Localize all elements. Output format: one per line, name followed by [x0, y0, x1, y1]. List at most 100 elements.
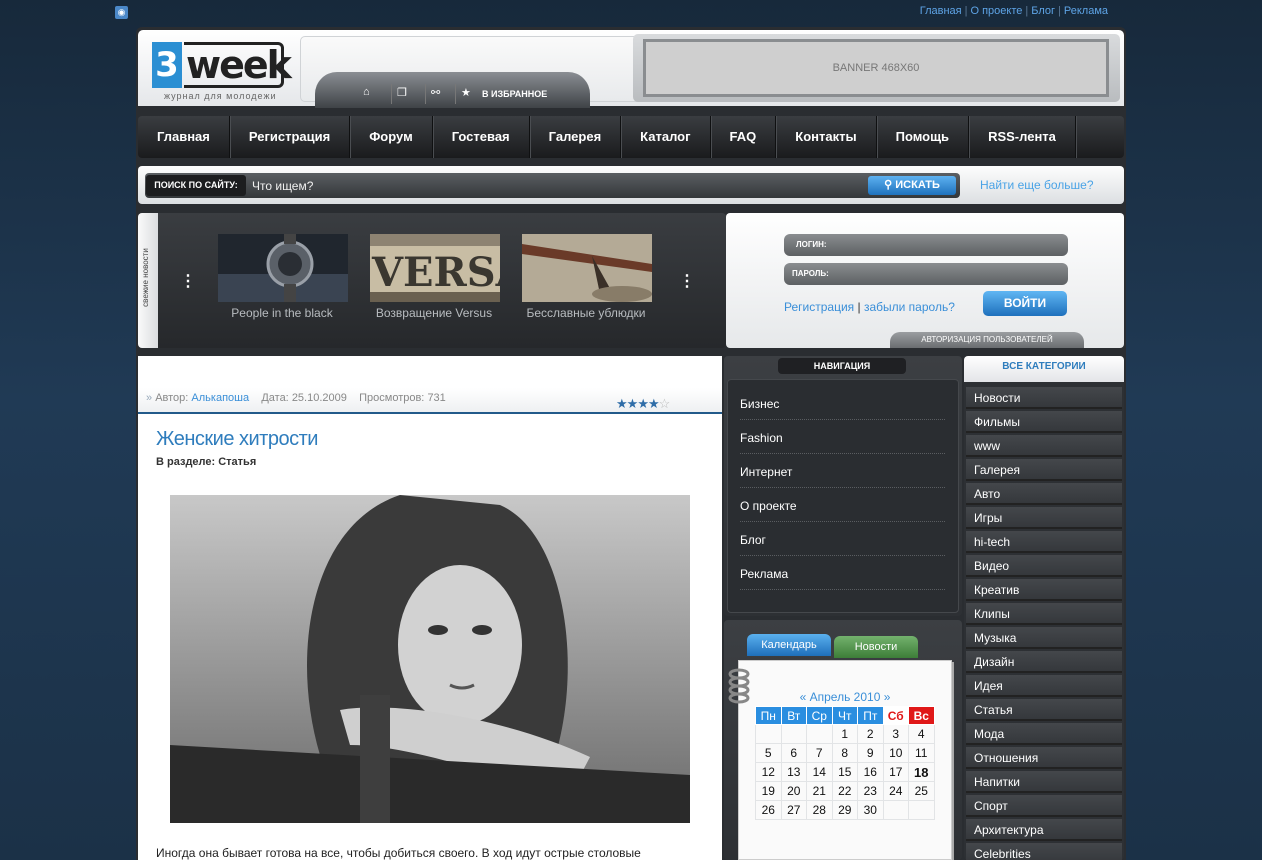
menu-item-help[interactable]: Помощь — [877, 116, 970, 158]
calendar-day[interactable]: 30 — [857, 800, 884, 820]
category-item[interactable]: Креатив — [966, 579, 1122, 601]
tab-calendar[interactable]: Календарь — [747, 634, 831, 656]
menu-item-faq[interactable]: FAQ — [711, 116, 777, 158]
category-item[interactable]: Архитектура — [966, 819, 1122, 841]
menu-item-guestbook[interactable]: Гостевая — [433, 116, 530, 158]
calendar-day[interactable]: 27 — [780, 800, 807, 820]
calendar-day[interactable]: 18 — [908, 762, 935, 782]
logo[interactable]: 3 week журнал для молодежи — [152, 42, 292, 102]
sitemap-icon[interactable]: ⚯ — [431, 86, 440, 99]
menu-item-contacts[interactable]: Контакты — [776, 116, 877, 158]
slider-next-icon[interactable]: ⋮ — [679, 271, 695, 291]
calendar-day[interactable]: 14 — [806, 762, 833, 782]
calendar-day[interactable]: 28 — [806, 800, 833, 820]
login-button[interactable]: ВОЙТИ — [983, 291, 1067, 316]
category-item[interactable]: Новости — [966, 387, 1122, 409]
nav-item-internet[interactable]: Интернет — [740, 465, 945, 488]
menu-item-forum[interactable]: Форум — [350, 116, 433, 158]
window-icon[interactable]: ❐ — [397, 86, 407, 99]
calendar-day[interactable]: 19 — [755, 781, 782, 801]
calendar-day[interactable]: 5 — [755, 743, 782, 763]
category-item[interactable]: Авто — [966, 483, 1122, 505]
nav-item-about[interactable]: О проекте — [740, 499, 945, 522]
category-item[interactable]: Музыка — [966, 627, 1122, 649]
favorites-link[interactable]: В ИЗБРАННОЕ — [482, 89, 547, 99]
toplink-blog[interactable]: Блог — [1031, 5, 1055, 17]
calendar-day[interactable]: 13 — [780, 762, 807, 782]
rss-icon[interactable]: ◉ — [115, 6, 128, 19]
calendar-day[interactable]: 12 — [755, 762, 782, 782]
slider-caption-3[interactable]: Бесславные ублюдки — [511, 306, 661, 320]
banner[interactable]: BANNER 468X60 — [643, 39, 1109, 97]
category-item[interactable]: Дизайн — [966, 651, 1122, 673]
category-item[interactable]: Celebrities — [966, 843, 1122, 860]
category-item[interactable]: Отношения — [966, 747, 1122, 769]
calendar-day[interactable]: 29 — [831, 800, 858, 820]
menu-item-catalog[interactable]: Каталог — [621, 116, 711, 158]
calendar-day[interactable]: 20 — [780, 781, 807, 801]
forgot-password-link[interactable]: забыли пароль? — [864, 300, 955, 314]
category-item[interactable]: Клипы — [966, 603, 1122, 625]
calendar-day[interactable]: 11 — [908, 743, 935, 763]
star-icon[interactable]: ★ — [461, 86, 471, 99]
calendar-day[interactable]: 9 — [857, 743, 884, 763]
home-icon[interactable]: ⌂ — [363, 86, 370, 98]
rating-stars[interactable]: ★★★★☆ — [616, 396, 671, 412]
category-item[interactable]: Фильмы — [966, 411, 1122, 433]
nav-item-business[interactable]: Бизнес — [740, 397, 945, 420]
article-title[interactable]: Женские хитрости — [156, 428, 318, 451]
calendar-day[interactable]: 22 — [831, 781, 858, 801]
category-item[interactable]: Видео — [966, 555, 1122, 577]
star-icon-5[interactable]: ☆ — [659, 396, 671, 411]
category-item[interactable]: hi-tech — [966, 531, 1122, 553]
calendar-day[interactable]: 2 — [857, 724, 884, 744]
slider-thumb-2[interactable]: VERSAC — [370, 234, 500, 302]
calendar-day[interactable]: 6 — [780, 743, 807, 763]
calendar-day[interactable]: 23 — [857, 781, 884, 801]
search-input[interactable] — [252, 176, 862, 196]
category-item[interactable]: Спорт — [966, 795, 1122, 817]
tab-news[interactable]: Новости — [834, 636, 918, 658]
category-item[interactable]: Игры — [966, 507, 1122, 529]
calendar-day[interactable]: 1 — [831, 724, 858, 744]
calendar-day[interactable]: 26 — [755, 800, 782, 820]
login-field[interactable]: ЛОГИН: — [784, 234, 1068, 256]
slider-thumb-1[interactable] — [218, 234, 348, 302]
slider-prev-icon[interactable]: ⋮ — [180, 271, 196, 291]
star-icon-2[interactable]: ★ — [627, 396, 639, 411]
password-field[interactable]: ПАРОЛЬ: — [784, 263, 1068, 285]
calendar-day[interactable]: 25 — [908, 781, 935, 801]
star-icon-3[interactable]: ★ — [637, 396, 649, 411]
category-item[interactable]: Мода — [966, 723, 1122, 745]
nav-item-fashion[interactable]: Fashion — [740, 431, 945, 454]
calendar-day[interactable]: 10 — [882, 743, 909, 763]
slider-caption-2[interactable]: Возвращение Versus — [359, 306, 509, 320]
menu-item-registration[interactable]: Регистрация — [230, 116, 351, 158]
calendar-day[interactable]: 16 — [857, 762, 884, 782]
search-button[interactable]: ⚲ ИСКАТЬ — [868, 176, 956, 195]
menu-item-rss[interactable]: RSS-лента — [969, 116, 1076, 158]
slider-thumb-3[interactable] — [522, 234, 652, 302]
calendar-day[interactable]: 7 — [806, 743, 833, 763]
calendar-day[interactable]: 8 — [831, 743, 858, 763]
search-more-link[interactable]: Найти еще больше? — [980, 178, 1094, 192]
calendar-day[interactable]: 3 — [882, 724, 909, 744]
toplink-ads[interactable]: Реклама — [1064, 5, 1108, 17]
calendar-day[interactable]: 24 — [882, 781, 909, 801]
author-link[interactable]: Алькапоша — [191, 392, 249, 404]
register-link[interactable]: Регистрация — [784, 300, 854, 314]
menu-item-home[interactable]: Главная — [138, 116, 230, 158]
star-icon-4[interactable]: ★ — [648, 396, 660, 411]
category-item[interactable]: Галерея — [966, 459, 1122, 481]
star-icon-1[interactable]: ★ — [616, 396, 628, 411]
toplink-home[interactable]: Главная — [920, 5, 962, 17]
nav-item-blog[interactable]: Блог — [740, 533, 945, 556]
calendar-month-nav[interactable]: « Апрель 2010 » — [738, 690, 952, 704]
calendar-day[interactable]: 4 — [908, 724, 935, 744]
calendar-day[interactable]: 21 — [806, 781, 833, 801]
toplink-about[interactable]: О проекте — [970, 5, 1022, 17]
menu-item-gallery[interactable]: Галерея — [530, 116, 622, 158]
category-item[interactable]: Идея — [966, 675, 1122, 697]
category-item[interactable]: www — [966, 435, 1122, 457]
calendar-day[interactable]: 15 — [831, 762, 858, 782]
